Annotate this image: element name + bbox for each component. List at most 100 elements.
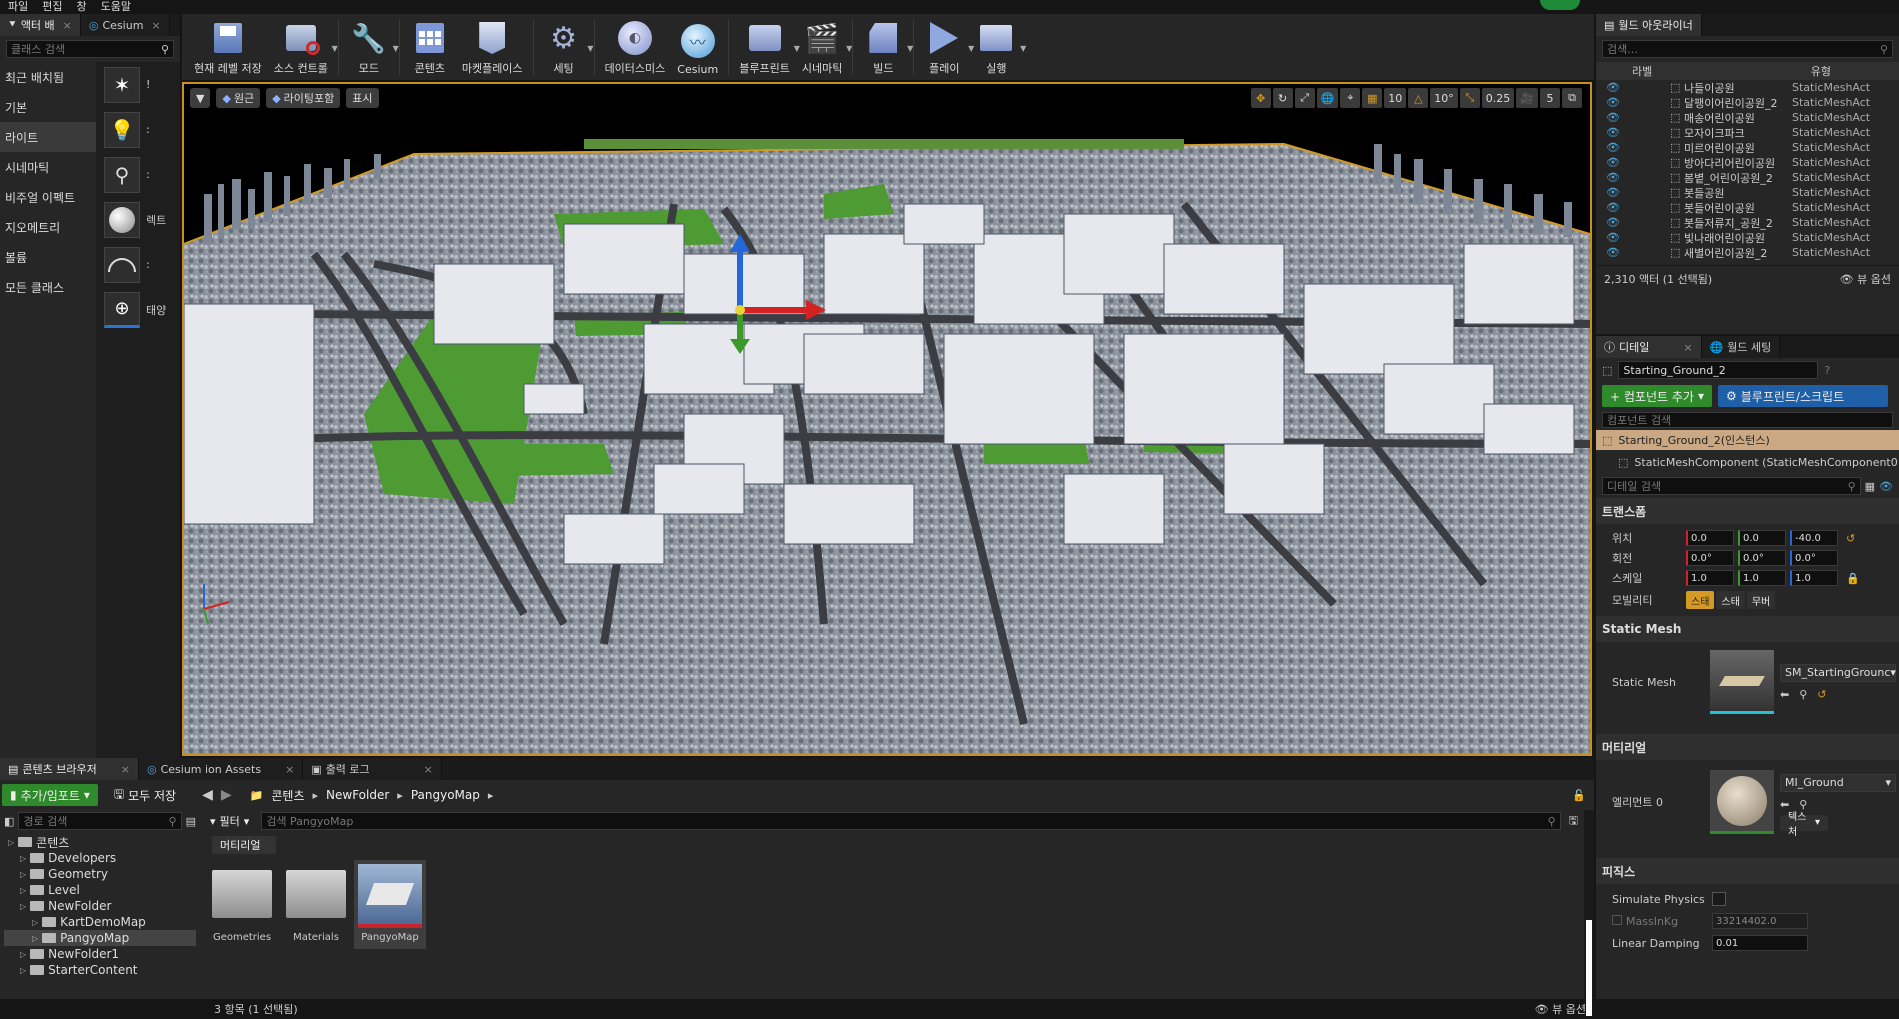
close-icon[interactable]: ×: [424, 763, 433, 776]
linear-damping-field[interactable]: 0.01: [1712, 935, 1808, 951]
category-lights[interactable]: 라이트: [0, 122, 96, 152]
mobility-static-button[interactable]: 스태: [1686, 591, 1715, 609]
blueprint-script-button[interactable]: ⚙ 블루프린트/스크립트: [1717, 385, 1888, 407]
detail-search-input[interactable]: 디테일 검색 ⚲: [1602, 477, 1861, 495]
launch-button[interactable]: 실행 ▼: [970, 14, 1026, 80]
chevron-right-icon[interactable]: ▸: [488, 789, 494, 802]
category-visual-effects[interactable]: 비주얼 이펙트: [0, 182, 96, 212]
scale-snap-value[interactable]: 0.25: [1481, 88, 1515, 108]
static-mesh-dropdown[interactable]: SM_StartingGrounc ▾: [1780, 663, 1896, 682]
chevron-right-icon[interactable]: ▸: [313, 789, 319, 802]
expand-arrow-icon[interactable]: ▷: [20, 966, 26, 975]
datasmith-button[interactable]: ◐ 데이터스미스: [599, 14, 672, 80]
actor-name-field[interactable]: Starting_Ground_2: [1618, 361, 1819, 379]
visibility-eye-icon[interactable]: 👁: [1606, 81, 1626, 94]
tree-item[interactable]: ▷ 콘텐츠: [4, 834, 196, 850]
physics-section[interactable]: 피직스: [1596, 858, 1899, 884]
path-search-input[interactable]: 경로 검색 ⚲: [18, 812, 182, 830]
reset-icon[interactable]: ↺: [1846, 532, 1855, 545]
mobility-stationary-button[interactable]: 스태: [1716, 591, 1745, 609]
asset-materials[interactable]: Materials: [280, 860, 352, 943]
marketplace-button[interactable]: 마켓플레이스: [456, 14, 529, 80]
tab-details[interactable]: ⓘ 디테일 ×: [1596, 336, 1702, 358]
lock-icon[interactable]: 🔒: [1846, 572, 1860, 585]
material-thumbnail[interactable]: [1710, 770, 1774, 834]
rotation-snap-icon[interactable]: △: [1408, 88, 1429, 108]
tree-item[interactable]: ▷ NewFolder1: [4, 946, 196, 962]
filter-chip-material[interactable]: 머티리얼: [212, 836, 276, 854]
visibility-eye-icon[interactable]: 👁: [1606, 216, 1626, 229]
filter-button[interactable]: ▾ 필터 ▾: [206, 812, 253, 830]
category-geometry[interactable]: 지오메트리: [0, 212, 96, 242]
close-icon[interactable]: ×: [285, 763, 294, 776]
asset-geometries[interactable]: Geometries: [206, 860, 278, 943]
visibility-eye-icon[interactable]: 👁: [1606, 156, 1626, 169]
category-basic[interactable]: 기본: [0, 92, 96, 122]
close-icon[interactable]: ×: [63, 19, 72, 32]
materials-section[interactable]: 머티리얼: [1596, 734, 1899, 760]
level-viewport[interactable]: ▼ ◆ 원근 ◆ 라이팅포함 표시 ✥ ↻ ⤢ 🌐 ⌖ ▦ 10 △ 10° ⤡ 0…: [182, 82, 1592, 756]
close-icon[interactable]: ×: [151, 19, 160, 32]
material-dropdown[interactable]: MI_Ground ▾: [1780, 773, 1896, 792]
blueprint-button[interactable]: 블루프린트 ▼: [733, 14, 800, 80]
camera-speed-value[interactable]: 5: [1540, 88, 1560, 108]
cesium-button[interactable]: 〰 Cesium: [671, 14, 724, 80]
scale-snap-icon[interactable]: ⤡: [1459, 88, 1480, 108]
tab-output-log[interactable]: ▣ 출력 로그 ×: [303, 758, 442, 780]
tab-world-outliner[interactable]: ▤ 월드 아웃라이너: [1596, 14, 1702, 36]
mobility-movable-button[interactable]: 무버: [1746, 591, 1776, 609]
location-z-field[interactable]: -40.0: [1790, 530, 1838, 546]
view-options-button[interactable]: 👁 뷰 옵션: [1535, 1001, 1586, 1017]
breadcrumb-content[interactable]: 콘텐츠: [271, 787, 304, 804]
tab-world-settings[interactable]: 🌐 월드 세팅: [1701, 336, 1781, 358]
back-icon[interactable]: ◀: [202, 787, 213, 803]
tree-item[interactable]: ▷ Geometry: [4, 866, 196, 882]
category-cinematic[interactable]: 시네마틱: [0, 152, 96, 182]
outliner-row[interactable]: 👁 ⬚ 방아다리어린이공원 StaticMeshAct: [1596, 155, 1899, 170]
place-item-rect-light[interactable]: 렉트: [96, 197, 180, 242]
expand-arrow-icon[interactable]: ▷: [32, 934, 38, 943]
translate-tool-icon[interactable]: ✥: [1250, 88, 1271, 108]
component-row[interactable]: ⬚ StaticMeshComponent (StaticMeshComponen…: [1596, 450, 1899, 474]
property-matrix-icon[interactable]: ▦: [1865, 480, 1875, 493]
rotate-tool-icon[interactable]: ↻: [1272, 88, 1293, 108]
visibility-eye-icon[interactable]: 👁: [1606, 246, 1626, 259]
transform-section[interactable]: 트랜스폼: [1596, 498, 1899, 524]
outliner-search-input[interactable]: 검색... ⚲: [1602, 40, 1893, 58]
tab-place-actors[interactable]: ⯆ 액터 배 ×: [0, 14, 81, 36]
view-options-button[interactable]: 👁 뷰 옵션: [1840, 271, 1891, 287]
location-x-field[interactable]: 0.0: [1686, 530, 1734, 546]
outliner-row[interactable]: 👁 ⬚ 새별어린이공원_2 StaticMeshAct: [1596, 245, 1899, 260]
rotation-y-field[interactable]: 0.0°: [1738, 550, 1786, 566]
outliner-row[interactable]: 👁 ⬚ 빛나래어린이공원 StaticMeshAct: [1596, 230, 1899, 245]
location-y-field[interactable]: 0.0: [1738, 530, 1786, 546]
chevron-right-icon[interactable]: ▸: [397, 789, 403, 802]
place-item-sky-light[interactable]: :: [96, 242, 180, 287]
tab-cesium[interactable]: ◎ Cesium ×: [80, 14, 170, 36]
cinematics-button[interactable]: 🎬 시네마틱 ▼: [796, 14, 852, 80]
close-icon[interactable]: ×: [1683, 341, 1692, 354]
tree-item[interactable]: ▷ StarterContent: [4, 962, 196, 978]
help-icon[interactable]: ?: [1824, 364, 1830, 377]
mass-override-checkbox[interactable]: [1612, 914, 1622, 925]
scale-y-field[interactable]: 1.0: [1738, 570, 1786, 586]
column-label[interactable]: 라벨: [1632, 63, 1652, 79]
tab-content-browser[interactable]: ▤ 콘텐츠 브라우저 ×: [0, 758, 139, 780]
outliner-row[interactable]: 👁 ⬚ 미르어린이공원 StaticMeshAct: [1596, 140, 1899, 155]
source-control-status-icon[interactable]: [1540, 0, 1580, 10]
visibility-eye-icon[interactable]: 👁: [1606, 231, 1626, 244]
close-icon[interactable]: ×: [121, 763, 130, 776]
tab-cesium-ion-assets[interactable]: ◎ Cesium ion Assets ×: [138, 758, 304, 780]
outliner-row[interactable]: 👁 ⬚ 나들이공원 StaticMeshAct: [1596, 80, 1899, 95]
expand-arrow-icon[interactable]: ▷: [20, 886, 26, 895]
location-label[interactable]: 위치: [1612, 530, 1686, 546]
menu-edit[interactable]: 편집: [42, 0, 62, 14]
expand-arrow-icon[interactable]: ▷: [20, 950, 26, 959]
outliner-row[interactable]: 👁 ⬚ 봇들저류지_공원_2 StaticMeshAct: [1596, 215, 1899, 230]
show-button[interactable]: 표시: [346, 88, 379, 108]
scale-tool-icon[interactable]: ⤢: [1294, 88, 1315, 108]
lighting-mode-button[interactable]: ◆ 라이팅포함: [266, 88, 341, 108]
tree-item[interactable]: ▷ KartDemoMap: [4, 914, 196, 930]
breadcrumb-newfolder[interactable]: NewFolder: [326, 788, 389, 802]
simulate-physics-checkbox[interactable]: [1712, 892, 1726, 906]
